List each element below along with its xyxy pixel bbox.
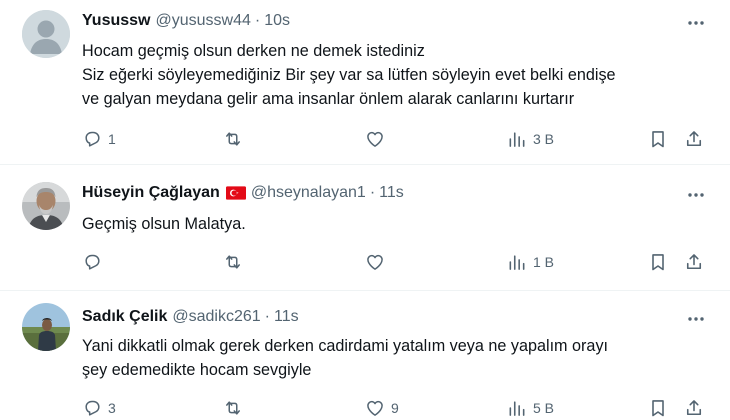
tweet[interactable]: Sadık Çelik @sadikc261 · 11s Yani dikkat… — [0, 291, 730, 420]
reply-button[interactable]: 1 — [82, 126, 116, 152]
author-handle[interactable]: @yusussw44 — [155, 12, 250, 30]
separator-dot: · — [369, 184, 376, 201]
separator-dot: · — [264, 308, 270, 325]
views-button[interactable]: 1 B — [507, 249, 554, 275]
tweet[interactable]: Hüseyin Çağlayan @hseynalayan1 · 11s Geç… — [0, 165, 730, 291]
bookmark-icon — [652, 131, 664, 148]
more-icon — [688, 193, 704, 197]
views-count: 5 B — [533, 400, 555, 416]
tweet-actions: 3 9 5 B — [0, 395, 730, 420]
turkey-flag-icon — [225, 186, 246, 200]
retweet-icon — [226, 401, 240, 415]
tweet-text-line: şey edemedikte hocam sevgiyle — [82, 361, 312, 379]
like-button[interactable] — [365, 249, 391, 275]
views-icon — [509, 401, 525, 416]
author-name[interactable]: Sadık Çelik — [82, 308, 167, 326]
views-button[interactable]: 3 B — [507, 126, 554, 152]
retweet-button[interactable] — [222, 395, 250, 420]
tweet-actions: 1 B — [0, 249, 730, 275]
author-name[interactable]: Yusussw — [82, 12, 150, 30]
like-button[interactable]: 9 — [365, 395, 399, 420]
bookmark-icon — [652, 254, 664, 271]
more-icon — [688, 21, 704, 25]
tweet-text-line: Hocam geçmiş olsun derken ne demek isted… — [82, 42, 425, 60]
tweet-header: Hüseyin Çağlayan @hseynalayan1 · 11s — [82, 182, 404, 204]
retweet-icon — [226, 255, 240, 269]
like-icon — [367, 400, 383, 416]
views-icon — [509, 255, 525, 270]
tweet[interactable]: Yusussw @yusussw44 · 10s Hocam geçmiş ol… — [0, 0, 730, 165]
retweet-button[interactable] — [222, 249, 250, 275]
views-count: 3 B — [533, 131, 555, 147]
reply-count: 1 — [108, 131, 116, 147]
tweet-text: Hocam geçmiş olsun derken ne demek isted… — [82, 39, 712, 111]
bookmark-button[interactable] — [648, 249, 668, 275]
tweet-header: Sadık Çelik @sadikc261 · 11s — [82, 306, 299, 328]
author-handle[interactable]: @hseynalayan1 — [251, 184, 366, 202]
timestamp[interactable]: 10s — [264, 12, 290, 30]
like-icon — [367, 131, 383, 147]
more-icon — [688, 317, 704, 321]
tweet-text: Geçmiş olsun Malatya. — [82, 212, 712, 236]
bookmark-button[interactable] — [648, 395, 668, 420]
views-button[interactable]: 5 B — [507, 395, 554, 420]
tweet-header: Yusussw @yusussw44 · 10s — [82, 10, 290, 32]
timestamp[interactable]: 11s — [379, 184, 404, 202]
retweet-icon — [226, 132, 240, 146]
like-count: 9 — [391, 400, 399, 416]
reply-icon — [85, 131, 100, 147]
retweet-button[interactable] — [222, 126, 250, 152]
avatar[interactable] — [22, 182, 70, 230]
share-button[interactable] — [684, 395, 704, 420]
tweet-text: Yani dikkatli olmak gerek derken cadirda… — [82, 334, 712, 382]
avatar[interactable] — [22, 10, 70, 58]
tweet-text-line: Yani dikkatli olmak gerek derken cadirda… — [82, 337, 609, 355]
tweet-text-line: Geçmiş olsun Malatya. — [82, 215, 246, 233]
reply-button[interactable]: 3 — [82, 395, 116, 420]
reply-icon — [85, 254, 100, 270]
share-button[interactable] — [684, 126, 704, 152]
reply-button[interactable] — [82, 249, 108, 275]
reply-icon — [85, 400, 100, 416]
tweet-text-line: ve galyan meydana gelir ama insanlar önl… — [82, 90, 575, 108]
share-button[interactable] — [684, 249, 704, 275]
tweet-text-line: Siz eğerki söyleyemediğiniz Bir şey var … — [82, 66, 616, 84]
more-button[interactable] — [684, 11, 708, 35]
author-handle[interactable]: @sadikc261 — [172, 308, 260, 326]
timeline-feed: Yusussw @yusussw44 · 10s Hocam geçmiş ol… — [0, 0, 730, 420]
bookmark-icon — [652, 400, 664, 417]
share-icon — [686, 131, 702, 147]
like-icon — [367, 254, 383, 270]
like-button[interactable] — [365, 126, 391, 152]
more-button[interactable] — [684, 183, 708, 207]
views-count: 1 B — [533, 254, 555, 270]
views-icon — [509, 132, 525, 147]
share-icon — [686, 400, 702, 416]
bookmark-button[interactable] — [648, 126, 668, 152]
more-button[interactable] — [684, 307, 708, 331]
timestamp[interactable]: 11s — [274, 308, 299, 326]
author-name[interactable]: Hüseyin Çağlayan — [82, 184, 220, 202]
share-icon — [686, 254, 702, 270]
tweet-actions: 1 3 B — [0, 126, 730, 152]
avatar[interactable] — [22, 303, 70, 351]
separator-dot: · — [254, 12, 261, 29]
reply-count: 3 — [108, 400, 116, 416]
